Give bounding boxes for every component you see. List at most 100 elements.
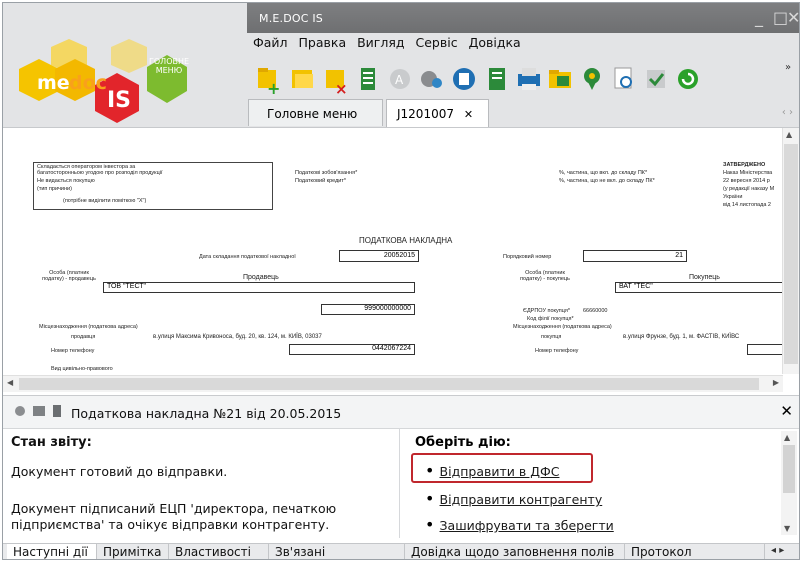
branch-label: Код філії покупця*	[527, 316, 574, 322]
new-doc-icon[interactable]: +	[253, 62, 283, 98]
action-send-dfs[interactable]: • Відправити в ДФС	[425, 461, 559, 480]
actions-label: Оберіть дію:	[415, 435, 511, 450]
left-block-line-2: багатосторонньою угодою про розподіл про…	[37, 170, 163, 176]
home-menu-tile[interactable]: ГОЛОВНЕ МЕНЮ	[149, 57, 189, 75]
list-icon[interactable]	[353, 62, 383, 98]
seller-name-field[interactable]: ТОВ "ТЕСТ"	[103, 282, 415, 293]
close-tab-icon[interactable]: ✕	[464, 108, 473, 121]
print-icon[interactable]	[513, 62, 543, 98]
tab-home[interactable]: Головне меню	[248, 99, 383, 126]
close-window-icon[interactable]: ✕	[787, 8, 799, 27]
pin-icon[interactable]	[15, 406, 25, 416]
menu-bar: Файл Правка Вигляд Сервіс Довідка	[253, 35, 528, 53]
sign-icon[interactable]: A	[385, 62, 415, 98]
menu-edit[interactable]: Правка	[299, 35, 347, 50]
approved-line-4: (у редакції наказу М	[723, 186, 775, 192]
menu-view[interactable]: Вигляд	[357, 35, 404, 50]
maximize-icon[interactable]: □	[773, 8, 788, 27]
left-block-note: (потрібне виділити поміткою "X")	[63, 198, 147, 204]
status-line-2: Документ підписаний ЕЦП 'директора, печа…	[11, 501, 337, 532]
scroll-left-icon[interactable]: ◀	[7, 378, 13, 387]
date-field[interactable]: 20052015	[339, 250, 419, 262]
title-bar: M.E.DOC IS _ □ ✕	[247, 3, 799, 33]
ribbon-header: me doc IS ГОЛОВНЕ МЕНЮ M.E.DOC IS _ □ ✕ …	[3, 3, 799, 127]
buyer-phone-label: Номер телефону	[535, 348, 579, 354]
status-label: Стан звіту:	[11, 435, 92, 450]
seller-ipn-field[interactable]: 999000000000	[321, 304, 415, 315]
tab-j1201007[interactable]: J1201007 ✕	[386, 99, 489, 127]
scroll-right-icon[interactable]: ▶	[773, 378, 779, 387]
panel-divider	[399, 428, 400, 538]
vertical-scroll-thumb[interactable]	[784, 144, 798, 364]
invoice-heading: ПОДАТКОВА НАКЛАДНА	[359, 236, 453, 245]
btab-properties[interactable]: Властивості	[169, 544, 269, 559]
btab-check-log[interactable]: Протокол перевірки	[625, 544, 765, 559]
save-icon[interactable]	[449, 62, 479, 98]
btab-note[interactable]: Примітка	[97, 544, 169, 559]
approved-line-3: 22 вересня 2014 р	[723, 178, 770, 184]
map-icon[interactable]	[577, 62, 607, 98]
report-icon[interactable]	[481, 62, 511, 98]
menu-file[interactable]: Файл	[253, 35, 288, 50]
approved-line-5: України	[723, 194, 743, 200]
edrpou-value: 66660000	[583, 308, 608, 314]
tab-home-label: Головне меню	[267, 107, 358, 121]
btab-linked-docs[interactable]: Зв'язані документи	[269, 544, 405, 559]
buyer-phone-field[interactable]	[747, 344, 783, 355]
approved-line-2: Наказ Міністерства	[723, 170, 773, 176]
close-panel-icon[interactable]: ✕	[780, 402, 793, 420]
buyer-addr-sub: покупця	[541, 334, 562, 340]
left-block-line-4: (тип причини)	[37, 186, 72, 192]
refresh-icon[interactable]	[673, 62, 703, 98]
action-encrypt-save-link[interactable]: Зашифрувати та зберегти	[440, 518, 614, 533]
mid-block-line-1: Податкові зобов'язання*	[295, 170, 358, 176]
folder-icon[interactable]	[545, 62, 575, 98]
action-send-counterparty-link[interactable]: Відправити контрагенту	[440, 492, 603, 507]
mid-block-line-2: Податковий кредит*	[295, 178, 347, 184]
tab-j1201007-label: J1201007	[397, 107, 454, 121]
horizontal-scrollbar[interactable]: ◀ ▶	[3, 375, 783, 392]
panel-scroll-thumb[interactable]	[783, 445, 795, 493]
btab-scroll-icon[interactable]: ◂ ▸	[771, 545, 784, 556]
action-send-counterparty[interactable]: • Відправити контрагенту	[425, 489, 602, 508]
buyer-name-field[interactable]: ВАТ "ТЕС"	[615, 282, 783, 293]
app-window: me doc IS ГОЛОВНЕ МЕНЮ M.E.DOC IS _ □ ✕ …	[2, 2, 800, 560]
open-icon[interactable]	[287, 62, 317, 98]
vertical-scrollbar[interactable]: ▲	[782, 128, 799, 374]
panel-scrollbar[interactable]: ▲ ▼	[781, 431, 797, 535]
scroll-up-icon[interactable]: ▲	[786, 130, 792, 139]
approved-line-6: від 14 листопада 2	[723, 202, 771, 208]
doc-small-icon[interactable]	[53, 405, 61, 417]
svg-text:doc: doc	[69, 72, 107, 94]
action-encrypt-save[interactable]: • Зашифрувати та зберегти	[425, 515, 614, 534]
tab-scroll-icon[interactable]: ‹ ›	[782, 107, 793, 118]
seller-addr-value: в.улиця Максима Кривоноса, буд. 20, кв. …	[153, 334, 322, 340]
svg-text:me: me	[37, 72, 70, 94]
seller-phone-label: Номер телефону	[51, 348, 95, 354]
svg-text:A: A	[395, 73, 404, 87]
menu-help[interactable]: Довідка	[469, 35, 521, 50]
seller-phone-field[interactable]: 0442067224	[289, 344, 415, 355]
delete-doc-icon[interactable]: ×	[321, 62, 351, 98]
actions-section: Оберіть дію: • Відправити в ДФС • Відпра…	[411, 431, 775, 534]
approved-line-1: ЗАТВЕРДЖЕНО	[723, 162, 766, 168]
order-field[interactable]: 21	[583, 250, 687, 262]
preview-icon[interactable]	[609, 62, 639, 98]
btab-next-actions[interactable]: Наступні дії	[7, 544, 97, 559]
panel-scroll-down-icon[interactable]: ▼	[784, 524, 790, 533]
minimize-icon[interactable]: _	[755, 8, 763, 27]
toolbar-overflow-icon[interactable]: »	[785, 62, 791, 73]
menu-service[interactable]: Сервіс	[416, 35, 458, 50]
buyer-party-label: Особа (платник податку) - покупець	[520, 270, 570, 282]
printer-small-icon[interactable]	[33, 406, 45, 416]
status-section: Стан звіту: Документ готовий до відправк…	[11, 435, 391, 533]
check-icon[interactable]	[641, 62, 671, 98]
dfs-icon[interactable]	[417, 62, 447, 98]
panel-scroll-up-icon[interactable]: ▲	[784, 433, 790, 442]
document-area: Складається оператором інвестора за бага…	[3, 127, 799, 392]
action-send-dfs-link[interactable]: Відправити в ДФС	[440, 464, 560, 479]
buyer-caption: Покупець	[689, 274, 720, 281]
btab-fill-help[interactable]: Довідка щодо заповнення полів	[405, 544, 625, 559]
horizontal-scroll-thumb[interactable]	[19, 378, 759, 390]
edrpou-label: ЄДРПОУ покупця*	[523, 308, 570, 314]
